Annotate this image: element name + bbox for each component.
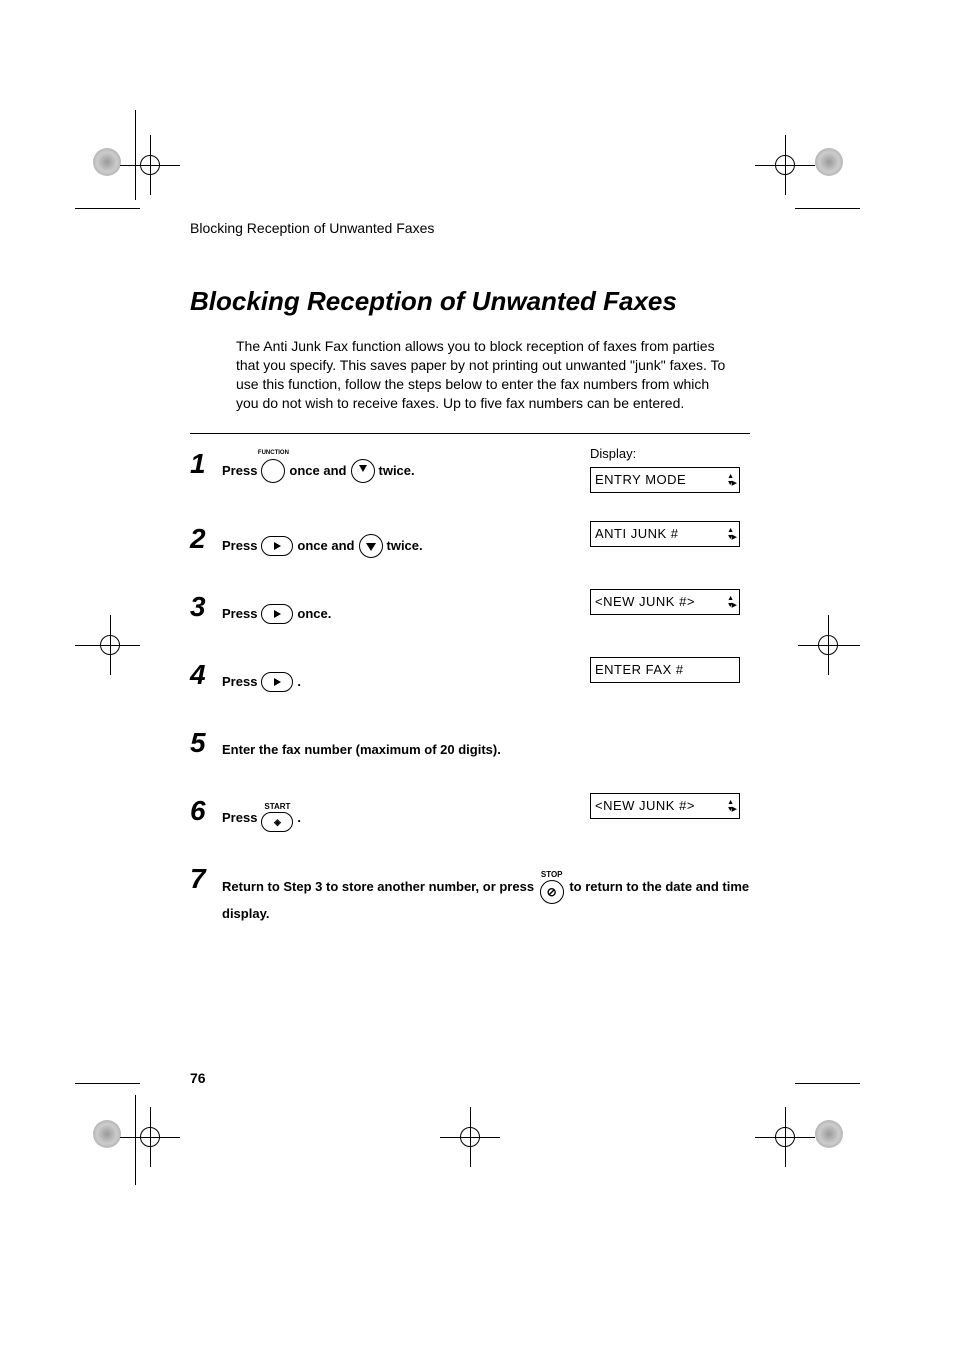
crop-line-h-tr — [795, 208, 860, 209]
step-body: Press . — [222, 657, 590, 697]
lcd-arrows-icon — [727, 595, 735, 609]
start-button-icon: START ◈ — [261, 803, 293, 832]
crop-line-h-mr — [800, 645, 860, 646]
step-7: 7 Return to Step 3 to store another numb… — [190, 861, 750, 925]
lcd-text: <NEW JUNK #> — [595, 798, 695, 813]
crop-line-v-tl — [135, 110, 136, 200]
text-dot: . — [297, 674, 301, 689]
step-number: 2 — [190, 525, 222, 553]
function-button-icon: FUNCTION — [261, 459, 285, 483]
start-oval-icon: ◈ — [261, 812, 293, 832]
reg-dot-br — [815, 1120, 843, 1148]
crop-line-h-br — [795, 1083, 860, 1084]
step-number: 7 — [190, 865, 222, 893]
function-label: FUNCTION — [258, 450, 289, 456]
lcd-arrows-icon — [727, 799, 735, 813]
crop-line-h-ml — [75, 645, 135, 646]
right-arrow-button-icon — [261, 604, 293, 624]
lcd-arrows-icon — [727, 527, 735, 541]
text-twice: twice. — [379, 463, 415, 478]
press-label: Press — [222, 810, 257, 825]
diamond-icon: ◈ — [274, 817, 281, 828]
press-label: Press — [222, 463, 257, 478]
lcd-display: ENTRY MODE — [590, 467, 740, 493]
page-title: Blocking Reception of Unwanted Faxes — [190, 286, 750, 317]
triangle-down-icon — [366, 543, 376, 551]
step-number: 1 — [190, 450, 222, 478]
lcd-display: ENTER FAX # — [590, 657, 740, 683]
reg-mark-br — [755, 1107, 815, 1167]
step-6: 6 Press START ◈ . <NEW JUNK #> — [190, 793, 750, 833]
stop-circle-icon: ⊘ — [540, 880, 564, 904]
step-body: Press once. — [222, 589, 590, 629]
page-content: Blocking Reception of Unwanted Faxes Blo… — [190, 220, 750, 924]
intro-paragraph: The Anti Junk Fax function allows you to… — [236, 337, 726, 413]
crop-line-v-bl — [135, 1095, 136, 1185]
step7-text-a: Return to Step 3 to store another number… — [222, 879, 534, 894]
lcd-text: ENTER FAX # — [595, 662, 684, 677]
text-dot: . — [297, 810, 301, 825]
stop-button-icon: STOP ⊘ — [540, 871, 564, 904]
text-twice: twice. — [387, 538, 423, 553]
running-head: Blocking Reception of Unwanted Faxes — [190, 220, 750, 236]
text-once: once. — [297, 606, 331, 621]
step-number: 5 — [190, 729, 222, 757]
lcd-arrows-icon — [727, 473, 735, 487]
reg-mark-tr — [755, 135, 815, 195]
steps-list: 1 Press FUNCTION once and twice. Display… — [190, 433, 750, 925]
step-2: 2 Press once and twice. ANTI JUNK # — [190, 521, 750, 561]
reg-dot-tl — [93, 148, 121, 176]
reg-mark-bm — [440, 1107, 500, 1167]
crop-line-h-tl — [75, 208, 140, 209]
page-number: 76 — [190, 1070, 206, 1086]
lcd-text: ANTI JUNK # — [595, 526, 679, 541]
text-once-and: once and — [297, 538, 354, 553]
lcd-display: ANTI JUNK # — [590, 521, 740, 547]
step-number: 4 — [190, 661, 222, 689]
right-arrow-button-icon — [261, 536, 293, 556]
reg-dot-tr — [815, 148, 843, 176]
display-column: ENTER FAX # — [590, 657, 750, 683]
right-arrow-button-icon — [261, 672, 293, 692]
triangle-right-icon — [274, 542, 281, 550]
step-body: Return to Step 3 to store another number… — [222, 861, 750, 925]
step-text: Enter the fax number (maximum of 20 digi… — [222, 742, 501, 757]
step-1: 1 Press FUNCTION once and twice. Display… — [190, 446, 750, 493]
down-arrow-button-icon — [351, 459, 375, 483]
start-label: START — [264, 803, 290, 811]
display-label: Display: — [590, 446, 750, 461]
lcd-text: <NEW JUNK #> — [595, 594, 695, 609]
press-label: Press — [222, 538, 257, 553]
display-column: Display: ENTRY MODE — [590, 446, 750, 493]
crop-line-h-bl — [75, 1083, 140, 1084]
step-5: 5 Enter the fax number (maximum of 20 di… — [190, 725, 750, 765]
step-number: 6 — [190, 797, 222, 825]
stop-label: STOP — [541, 871, 563, 879]
step-body: Press START ◈ . — [222, 793, 590, 833]
step-4: 4 Press . ENTER FAX # — [190, 657, 750, 697]
step-body: Press FUNCTION once and twice. — [222, 446, 590, 486]
triangle-right-icon — [274, 678, 281, 686]
step-body: Enter the fax number (maximum of 20 digi… — [222, 725, 750, 765]
display-column: <NEW JUNK #> — [590, 589, 750, 615]
lcd-text: ENTRY MODE — [595, 472, 686, 487]
reg-mark-tl — [120, 135, 180, 195]
press-label: Press — [222, 606, 257, 621]
reg-mark-bl — [120, 1107, 180, 1167]
lcd-display: <NEW JUNK #> — [590, 589, 740, 615]
step-number: 3 — [190, 593, 222, 621]
stop-glyph-icon: ⊘ — [547, 886, 557, 898]
text-once-and: once and — [289, 463, 346, 478]
down-arrow-button-icon — [359, 534, 383, 558]
reg-dot-bl — [93, 1120, 121, 1148]
step-body: Press once and twice. — [222, 521, 590, 561]
display-column: ANTI JUNK # — [590, 521, 750, 547]
step-3: 3 Press once. <NEW JUNK #> — [190, 589, 750, 629]
display-column: <NEW JUNK #> — [590, 793, 750, 819]
lcd-display: <NEW JUNK #> — [590, 793, 740, 819]
triangle-right-icon — [274, 610, 281, 618]
press-label: Press — [222, 674, 257, 689]
